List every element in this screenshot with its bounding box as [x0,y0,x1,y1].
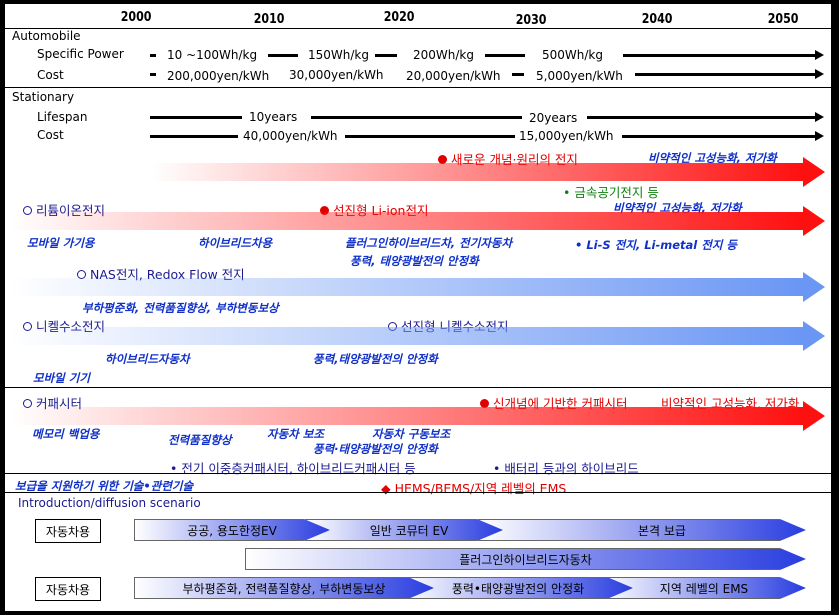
ems-item: ◆ HEMS/BEMS/지역 레벨의 EMS [381,481,567,496]
automobile-title: Automobile [12,29,81,43]
year-label: 2000 [120,10,152,25]
year-label: 2020 [383,10,415,25]
arrow-head-icon [815,131,824,141]
auto-cost-label: Cost [37,68,64,82]
nas-app: 부하평준화, 전력품질향상, 부하변동보상 [82,301,279,315]
li-app: 하이브리드차용 [198,236,273,250]
lifespan-value: 10years [249,110,298,124]
timeline-line [150,73,156,76]
cap-app: 전력품질향상 [168,433,232,447]
specific-power-value: 150Wh/kg [308,48,369,62]
timeline-line [268,54,298,57]
timeline-line [623,54,816,57]
specific-power-label: Specific Power [37,47,124,61]
red-arrow [10,401,825,431]
timeline-line [485,54,525,57]
timeline-line [622,135,816,138]
scenario-phase: 풍력•태양광발전의 안정화 [403,577,633,599]
li-app: 플러그인하이브리드차, 전기자동차 [345,236,513,250]
label: HEMS/BEMS/지역 레벨의 EMS [394,481,567,496]
timeline-line [375,54,397,57]
auto-cost-value: 30,000yen/kWh [289,68,384,82]
specific-power-value: 500Wh/kg [542,48,603,62]
li-app: 풍력, 태양광발전의 안정화 [350,254,479,268]
scenario-row-label: 자동차용 [35,577,101,601]
divider [5,28,831,29]
stationary-cost-value: 40,000yen/kWh [243,129,338,143]
cap-app: 풍력·태양광발전의 안정화 [313,442,438,456]
auto-cost-value: 200,000yen/kWh [167,69,270,83]
year-label: 2040 [641,12,673,27]
year-label: 2050 [767,12,799,27]
lifespan-value: 20years [529,111,578,125]
specific-power-value: 10 ~100Wh/kg [167,48,258,62]
cap-app: 메모리 백업용 [32,427,100,441]
red-arrow [10,206,825,236]
arrow-head-icon [815,112,824,122]
scenario-phase: 부하평준화, 전력품질향상, 부하변동보상 [134,577,434,599]
roadmap-panel: 2000 2010 2020 2030 2040 2050 Automobile… [5,4,831,611]
scenario-row-label: 자동차용 [35,519,101,543]
divider [5,387,831,388]
scenario-phase: 플러그인하이브리드자동차 [245,548,806,570]
divider [5,87,831,88]
nimh-app: 풍력,태양광발전의 안정화 [313,352,438,366]
specific-power-value: 200Wh/kg [413,48,474,62]
stationary-cost-value: 15,000yen/kWh [519,129,614,143]
stationary-title: Stationary [12,90,75,104]
cap-app: 자동차 구동보조 [372,427,451,441]
year-label: 2010 [253,12,285,27]
arrow-head-icon [815,69,824,79]
timeline-line [512,73,524,76]
cap-app: 자동차 보조 [267,427,324,441]
auto-cost-value: 20,000yen/kWh [406,69,501,83]
blue-arrow [10,321,825,351]
timeline-line [150,116,242,119]
timeline-line [345,135,515,138]
scenario-phase: 본격 보급 [478,519,806,541]
label: 금속공기전지 등 [574,185,659,200]
red-arrow [150,157,825,187]
li-app: 모바일 가기용 [27,236,95,250]
divider [5,473,831,474]
li-s-battery: • Li-S 전지, Li-metal 전지 등 [575,238,737,252]
lifespan-label: Lifespan [37,110,88,124]
nimh-app: 하이브리드자동차 [105,352,190,366]
nimh-app: 모바일 기기 [33,371,90,385]
blue-arrow [10,272,825,302]
arrow-head-icon [815,50,824,60]
cap-types: • 전기 이중층커패시터, 하이브리드커패시터 등 [170,461,416,476]
scenario-phase: 공공, 용도한정EV [134,519,330,541]
scenario-phase: 일반 코뮤터 EV [305,519,503,541]
auto-cost-value: 5,000yen/kWh [536,69,623,83]
timeline-line [635,73,816,76]
year-label: 2030 [515,13,547,28]
timeline-line [311,116,522,119]
timeline-line [587,116,816,119]
cap-hybrid: • 배터리 등과의 하이브리드 [493,461,639,476]
divider [5,492,831,493]
timeline-line [150,54,156,57]
scenario-title: Introduction/diffusion scenario [18,496,201,510]
label: Li-S 전지, Li-metal 전지 등 [586,238,737,252]
metal-air-battery: • 금속공기전지 등 [563,185,659,200]
timeline-line [150,135,238,138]
stationary-cost-label: Cost [37,128,64,142]
